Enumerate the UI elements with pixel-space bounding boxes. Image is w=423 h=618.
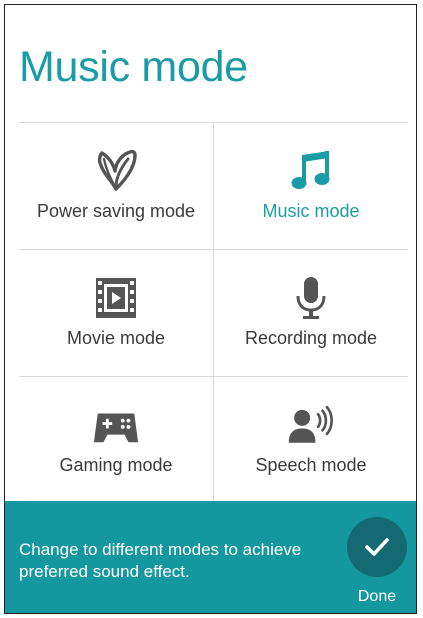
footer-bar: Change to different modes to achieve pre… — [5, 501, 416, 613]
mode-option-recording[interactable]: Recording mode — [214, 250, 408, 376]
mode-option-music[interactable]: Music mode — [214, 123, 408, 249]
mode-option-speech[interactable]: Speech mode — [214, 377, 408, 503]
speaking-person-icon — [287, 403, 335, 447]
page-title: Music mode — [19, 43, 248, 91]
mode-option-power-saving[interactable]: Power saving mode — [19, 123, 213, 249]
mode-label: Gaming mode — [59, 455, 173, 475]
done-label[interactable]: Done — [347, 588, 407, 606]
mode-label: Recording mode — [244, 328, 378, 348]
checkmark-icon — [365, 538, 389, 556]
mode-label: Speech mode — [255, 455, 367, 475]
hint-text: Change to different modes to achieve pre… — [19, 540, 302, 581]
music-note-icon — [287, 149, 335, 193]
leaf-icon — [92, 149, 140, 193]
mode-label: Power saving mode — [36, 201, 196, 221]
audio-wizard-panel: Music mode Power saving mode Music mode … — [4, 4, 417, 614]
film-icon — [92, 276, 140, 320]
mode-grid: Power saving mode Music mode Movie mode … — [19, 122, 408, 503]
gamepad-icon — [92, 403, 140, 447]
mode-option-movie[interactable]: Movie mode — [19, 250, 213, 376]
mode-option-gaming[interactable]: Gaming mode — [19, 377, 213, 503]
mode-label: Music mode — [262, 201, 360, 221]
mode-label: Movie mode — [66, 328, 166, 348]
microphone-icon — [287, 276, 335, 320]
done-button[interactable] — [347, 517, 407, 577]
